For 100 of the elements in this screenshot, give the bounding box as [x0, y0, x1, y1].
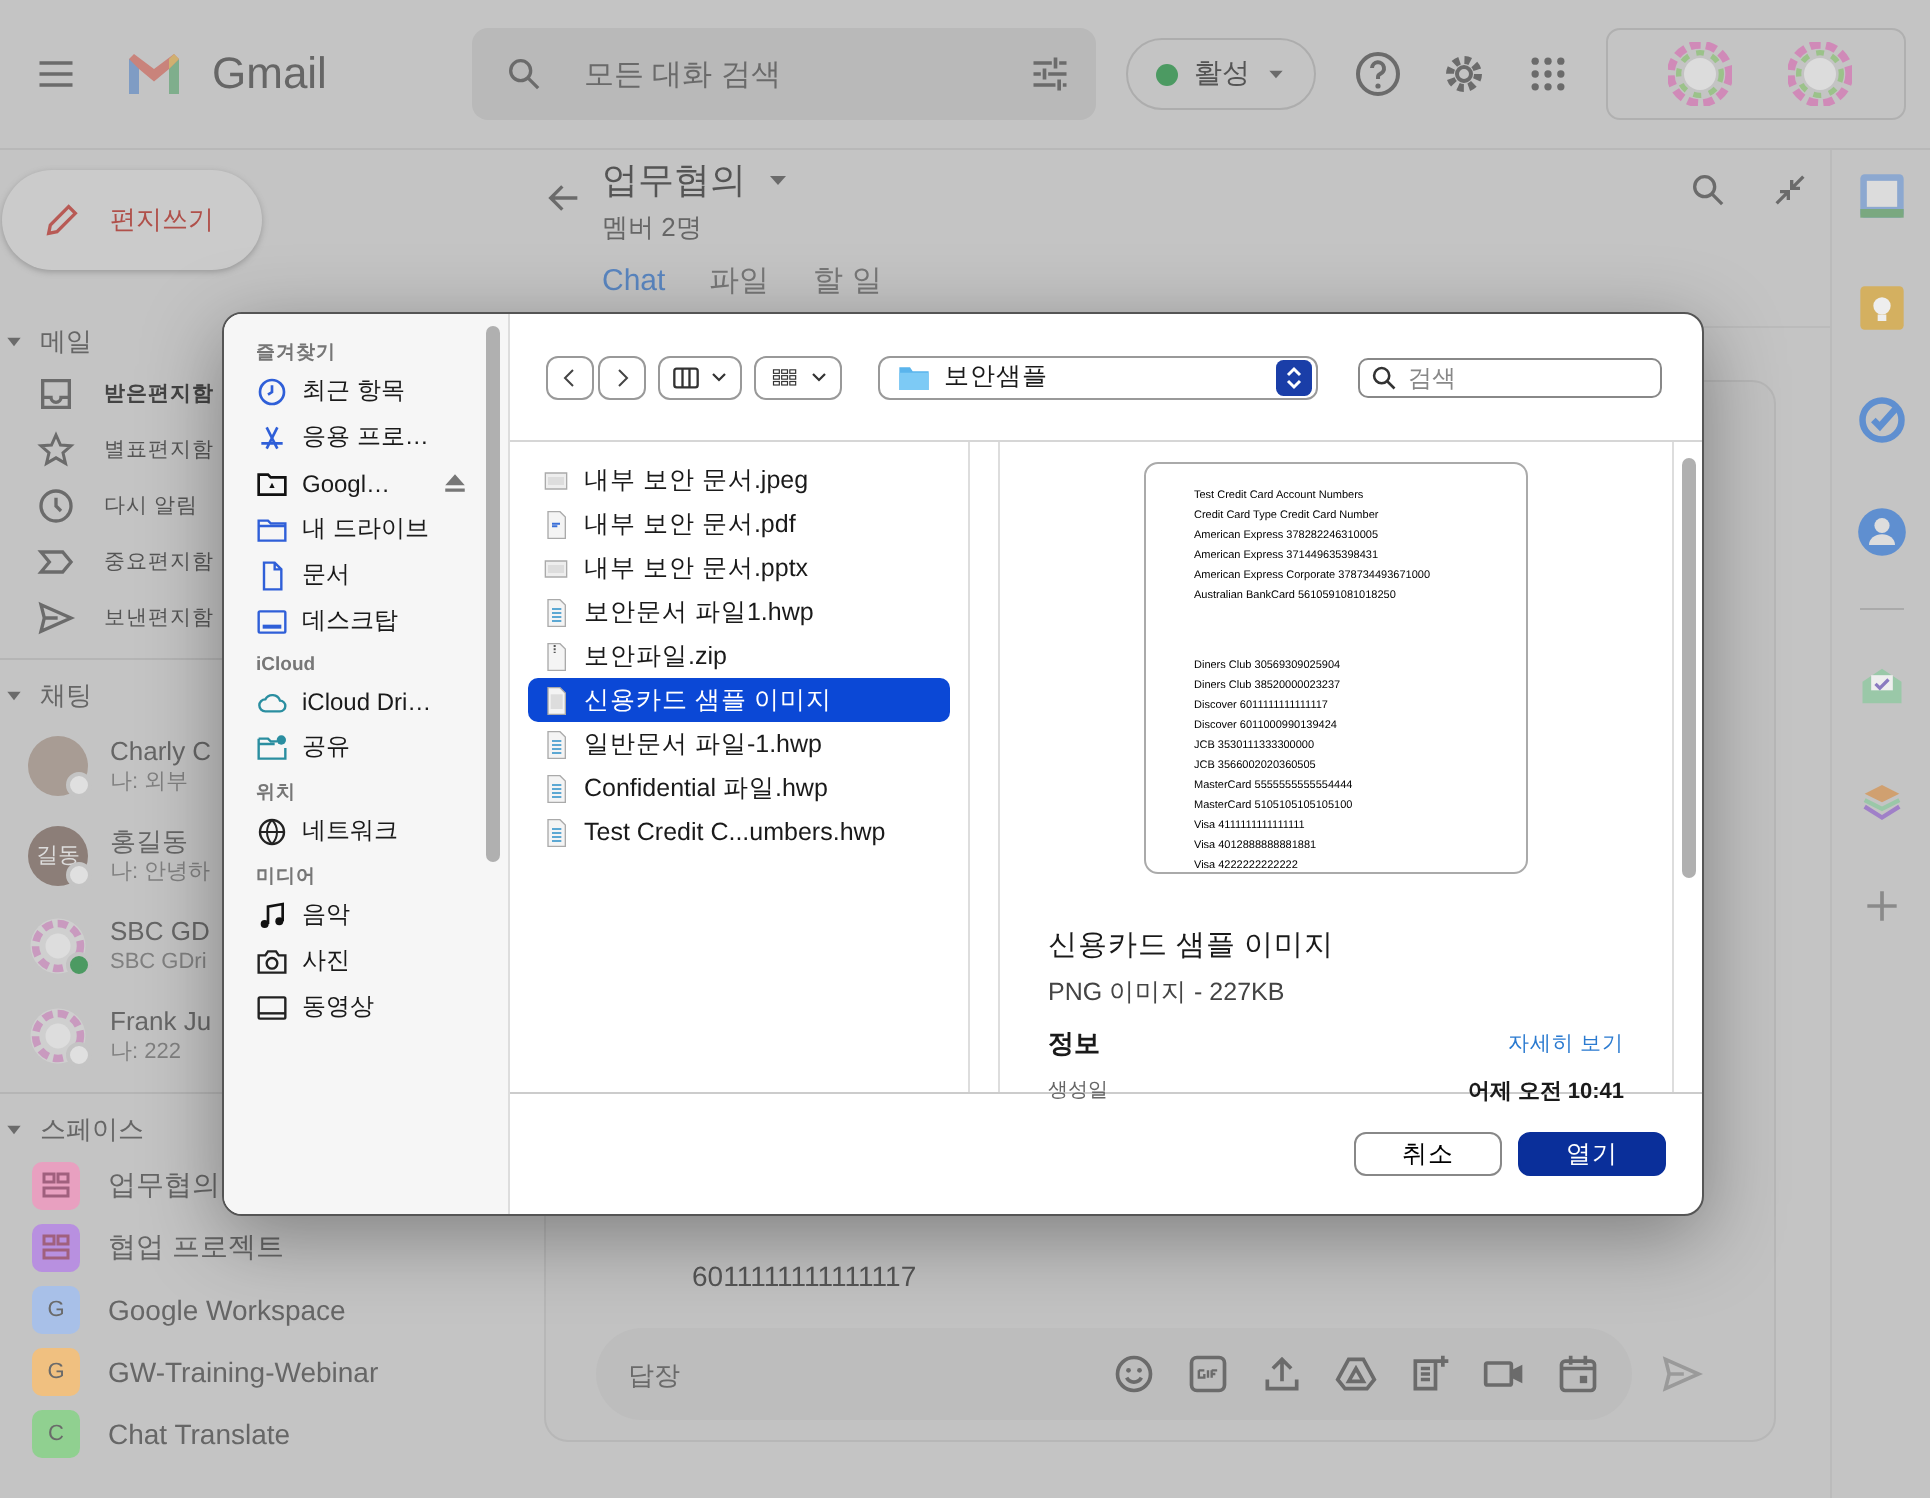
clock-icon	[256, 375, 288, 407]
space-badge: G	[32, 1285, 80, 1333]
mailbox-item[interactable]: 받은편지함	[104, 380, 214, 408]
search-icon	[1370, 363, 1398, 391]
chat-preview: 나: 안녕하	[110, 857, 211, 885]
file-item[interactable]: 일반문서 파일-1.hwp	[528, 722, 950, 766]
updown-chevron-icon	[1276, 359, 1312, 395]
search-field[interactable]: 검색	[1358, 357, 1662, 397]
music-note-icon	[256, 899, 288, 931]
product-name: Gmail	[212, 48, 329, 100]
chat-preview: 나: 외부	[110, 767, 191, 795]
send-icon	[36, 598, 76, 638]
scrollbar-thumb[interactable]	[486, 326, 500, 862]
inbox-icon	[36, 374, 76, 414]
mailbox-item[interactable]: 다시 알림	[104, 492, 198, 520]
columns-icon	[672, 363, 700, 391]
file-item[interactable]: Confidential 파일.hwp	[528, 766, 950, 810]
file-item[interactable]: 내부 보안 문서.pptx	[528, 546, 950, 590]
sidebar-item[interactable]: 공유	[256, 724, 468, 770]
eject-icon[interactable]	[442, 470, 468, 496]
shared-folder-icon	[256, 731, 288, 763]
space-badge: G	[32, 1347, 80, 1395]
mailbox-item[interactable]: 별표편지함	[104, 436, 214, 464]
pencil-icon	[42, 200, 82, 240]
camera-icon	[256, 945, 288, 977]
file-item[interactable]: 보안문서 파일1.hwp	[528, 590, 950, 634]
account-panel[interactable]	[1606, 28, 1906, 120]
mailbox-item[interactable]: 중요편지함	[104, 548, 214, 576]
emoji-icon[interactable]	[1112, 1352, 1156, 1396]
chat-preview: SBC GDri	[110, 947, 209, 975]
group-button[interactable]	[754, 355, 842, 399]
sidebar-item[interactable]: 네트워크	[256, 808, 468, 854]
show-more-link[interactable]: 자세히 보기	[1508, 1030, 1624, 1058]
file-info: PNG 이미지 - 227KB	[1048, 976, 1287, 1010]
info-value: 어제 오전 10:41	[1467, 1078, 1624, 1106]
gif-icon[interactable]	[1186, 1352, 1230, 1396]
search-icon[interactable]	[504, 54, 544, 94]
chevron-right-icon	[598, 355, 646, 399]
open-button[interactable]: 열기	[1518, 1132, 1666, 1176]
sidebar-item[interactable]: 최근 항목	[256, 368, 468, 414]
status-dropdown[interactable]: 활성	[1126, 38, 1316, 110]
view-mode-button[interactable]	[658, 355, 742, 399]
folder-icon	[256, 513, 288, 545]
file-item[interactable]: 내부 보안 문서.pdf	[528, 502, 950, 546]
desktop-icon	[256, 605, 288, 637]
sidebar-item[interactable]: 동영상	[256, 984, 468, 1030]
caret-icon[interactable]	[4, 332, 24, 352]
add-document-icon[interactable]	[1408, 1352, 1452, 1396]
member-count: 멤버 2명	[602, 210, 704, 246]
chevron-down-icon	[710, 368, 728, 386]
help-icon[interactable]	[1354, 50, 1402, 98]
file-item[interactable]: 내부 보안 문서.jpeg	[528, 458, 950, 502]
sidebar-item[interactable]: 내 드라이브	[256, 506, 468, 552]
chat-title: 업무협의	[602, 158, 746, 204]
colorful-circle-logo-icon	[1788, 42, 1852, 106]
mailbox-item[interactable]: 보낸편지함	[104, 604, 214, 632]
file-item[interactable]: Test Credit C...umbers.hwp	[528, 810, 950, 854]
collapse-icon[interactable]	[1770, 170, 1810, 210]
sidebar-item[interactable]: iCloud Dri…	[256, 678, 468, 724]
scrollbar-thumb[interactable]	[1682, 458, 1696, 878]
calendar-icon[interactable]	[1855, 170, 1907, 222]
sidebar-section-title: 즐겨찾기	[256, 340, 338, 366]
sidebar-section-title: 위치	[256, 780, 298, 806]
calendar-icon[interactable]	[1556, 1352, 1600, 1396]
caret-icon[interactable]	[4, 1120, 24, 1140]
globe-icon	[256, 815, 288, 847]
check-circle-icon[interactable]	[1855, 394, 1907, 446]
contacts-icon[interactable]	[1855, 506, 1907, 558]
sidebar-item[interactable]: 데스크탑	[256, 598, 468, 644]
reply-field[interactable]: 답장	[596, 1328, 1632, 1420]
location-popup[interactable]: 보안샘플	[878, 355, 1318, 399]
drive-folder-icon	[256, 467, 288, 499]
message-text: 6011111111111117	[692, 1260, 919, 1292]
upload-icon[interactable]	[1260, 1352, 1304, 1396]
back-forward-buttons[interactable]	[546, 355, 646, 399]
search-icon[interactable]	[1688, 170, 1728, 210]
apps-grid-icon[interactable]	[1526, 52, 1570, 96]
sidebar-section-title: 미디어	[256, 864, 318, 890]
star-icon	[36, 430, 76, 470]
section-title: 정보	[1048, 1026, 1100, 1062]
space-badge: C	[32, 1409, 80, 1457]
sidebar-item[interactable]: 사진	[256, 938, 468, 984]
grid-icon	[768, 363, 800, 391]
file-item[interactable]: 신용카드 샘플 이미지	[528, 678, 950, 722]
colorful-circle-logo-icon	[1668, 42, 1732, 106]
sidebar-item[interactable]: 문서	[256, 552, 468, 598]
filter-icon[interactable]	[1028, 52, 1072, 96]
settings-icon[interactable]	[1440, 50, 1488, 98]
sidebar-item[interactable]: Googl…	[256, 460, 468, 506]
caret-icon[interactable]	[4, 686, 24, 706]
search-field[interactable]: 모든 대화 검색	[472, 28, 1096, 120]
lightbulb-icon[interactable]	[1855, 282, 1907, 334]
send-icon[interactable]	[1660, 1352, 1704, 1396]
triangle-icon[interactable]	[1334, 1352, 1378, 1396]
chevron-left-icon	[546, 355, 594, 399]
file-item[interactable]: 보안파일.zip	[528, 634, 950, 678]
sidebar-item[interactable]: 응용 프로…	[256, 414, 468, 460]
cancel-button[interactable]: 취소	[1354, 1132, 1502, 1176]
file-name: 신용카드 샘플 이미지	[1048, 928, 1337, 964]
sidebar-item[interactable]: 음악	[256, 892, 468, 938]
